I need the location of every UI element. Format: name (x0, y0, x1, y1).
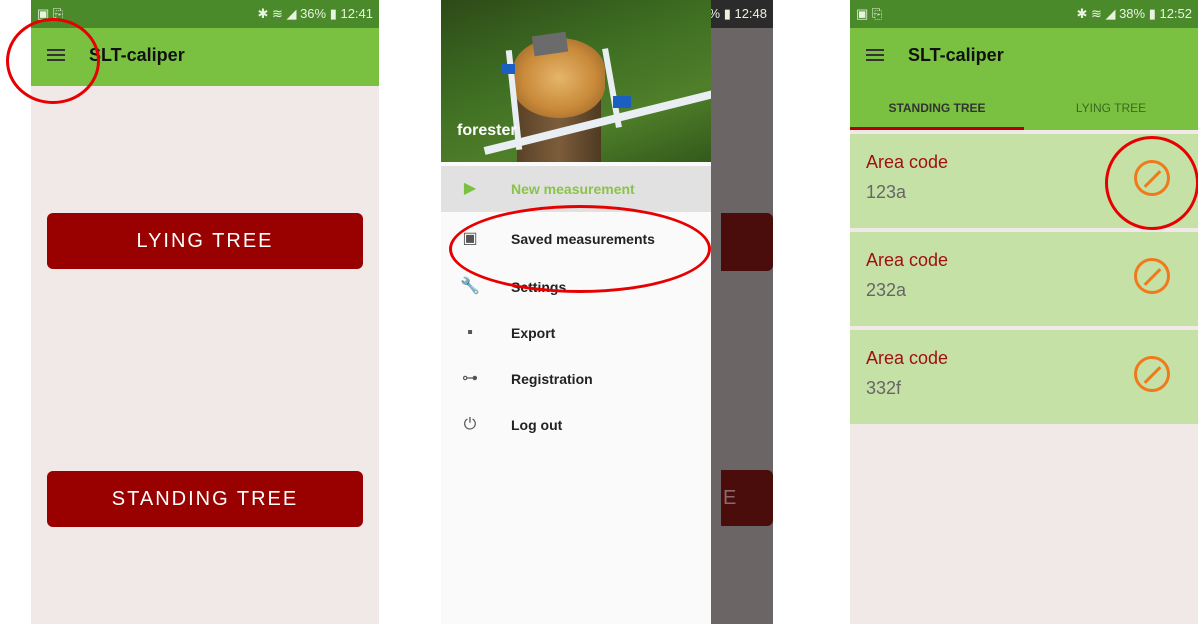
hamburger-menu-icon[interactable] (866, 46, 884, 66)
active-tab-indicator (850, 127, 1024, 130)
drawer-username: forester (457, 122, 517, 139)
save-icon: ▪ (467, 324, 473, 341)
edit-icon[interactable] (1134, 160, 1170, 196)
record-card[interactable]: Area code 232a (850, 232, 1198, 326)
menu-item-registration[interactable]: ⊶ Registration (441, 356, 711, 402)
status-icons-left: ▣ ⎘ (37, 6, 64, 21)
screen-records: ▣ ⎘ ✱ ≋ ◢ 38% ▮ 12:52 SLT-caliper STANDI… (850, 0, 1198, 624)
lying-tree-button[interactable]: LYING TREE (47, 213, 363, 269)
play-box-icon: ▶ (463, 180, 477, 197)
menu-item-log-out[interactable]: ⏻ Log out (441, 402, 711, 448)
home-content: LYING TREE STANDING TREE (31, 86, 379, 624)
app-bar: SLT-caliper (850, 28, 1198, 86)
screen-drawer: E ▣ ⎘ ✱ ≋ ◢ 37% ▮ 12:48 forester ▶ New m… (441, 0, 773, 624)
record-key: Area code (866, 152, 949, 172)
dimmed-partial-label: E (723, 487, 737, 509)
record-value: 232a (866, 280, 907, 300)
status-icons-left: ▣ ⎘ (856, 6, 883, 21)
status-bar: ▣ ⎘ ✱ ≋ ◢ 36% ▮ 12:41 (31, 0, 379, 28)
app-title: SLT-caliper (89, 45, 185, 65)
tab-bar: STANDING TREE LYING TREE (850, 86, 1198, 130)
status-icons-right: ✱ ≋ ◢ 36% ▮ 12:41 (257, 6, 373, 21)
screen-home: ▣ ⎘ ✱ ≋ ◢ 36% ▮ 12:41 SLT-caliper LYING … (31, 0, 379, 624)
status-bar: ▣ ⎘ ✱ ≋ ◢ 38% ▮ 12:52 (850, 0, 1198, 28)
dimmed-lying-button (721, 213, 773, 271)
image-icon: ▣ (462, 230, 478, 247)
record-card[interactable]: Area code 123a (850, 134, 1198, 228)
menu-item-saved-measurements[interactable]: ▣ Saved measurements (441, 216, 711, 262)
status-icons-right: ✱ ≋ ◢ 38% ▮ 12:52 (1076, 6, 1192, 21)
record-key: Area code (866, 250, 949, 270)
menu-item-export[interactable]: ▪ Export (441, 310, 711, 356)
hamburger-menu-icon[interactable] (47, 46, 65, 66)
drawer-header-image: forester (441, 0, 711, 162)
tab-lying-tree[interactable]: LYING TREE (1024, 86, 1198, 130)
tab-standing-tree[interactable]: STANDING TREE (850, 86, 1024, 130)
menu-item-new-measurement[interactable]: ▶ New measurement (441, 166, 711, 212)
standing-tree-button[interactable]: STANDING TREE (47, 471, 363, 527)
edit-icon[interactable] (1134, 258, 1170, 294)
power-icon: ⏻ (463, 416, 477, 433)
app-bar: SLT-caliper (31, 28, 379, 86)
menu-item-settings[interactable]: 🔧 Settings (441, 264, 711, 310)
record-value: 123a (866, 182, 907, 202)
key-icon: ⊶ (462, 370, 478, 387)
navigation-drawer: forester ▶ New measurement ▣ Saved measu… (441, 0, 711, 624)
record-key: Area code (866, 348, 949, 368)
dimmed-standing-button: E (721, 470, 773, 526)
edit-icon[interactable] (1134, 356, 1170, 392)
record-value: 332f (866, 378, 902, 398)
app-title: SLT-caliper (908, 45, 1004, 65)
wrench-icon: 🔧 (460, 278, 480, 295)
record-card[interactable]: Area code 332f (850, 330, 1198, 424)
